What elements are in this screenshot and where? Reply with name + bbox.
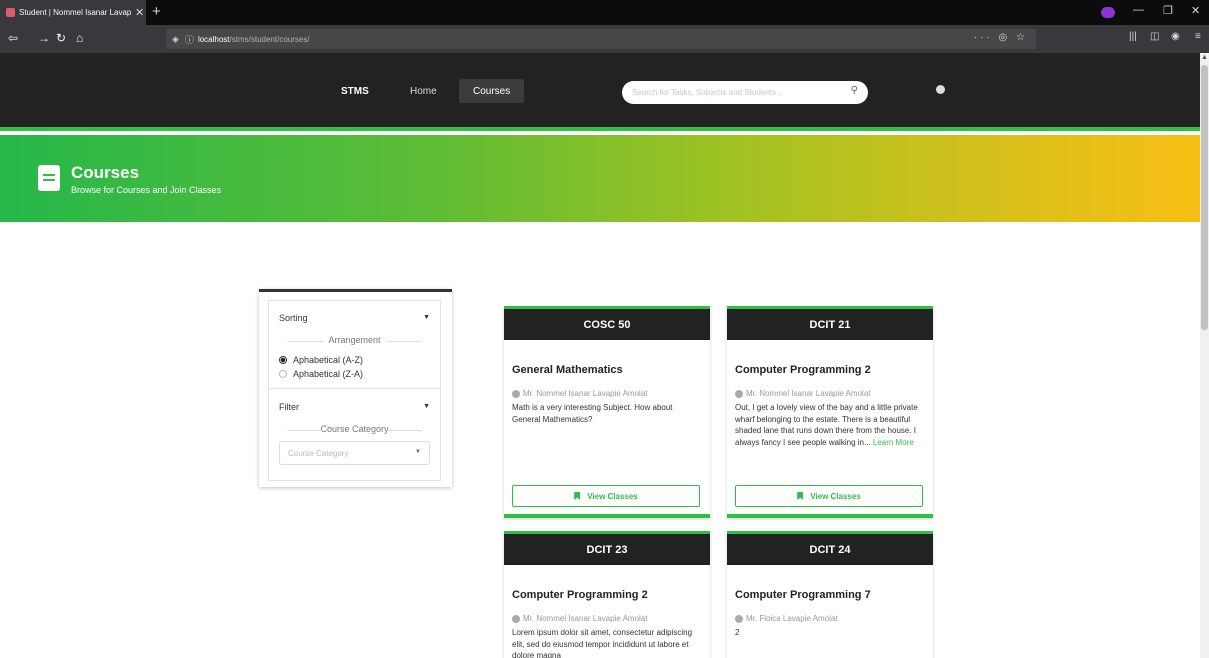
- book-icon: [38, 165, 60, 191]
- course-teacher: Mr. Floica Lavapie Amolat: [735, 614, 838, 623]
- course-description: 2: [735, 627, 925, 639]
- course-card: DCIT 24 Computer Programming 7 Mr. Floic…: [727, 531, 933, 658]
- course-name[interactable]: General Mathematics: [512, 364, 623, 376]
- teacher-name: Mr. Floica Lavapie Amolat: [746, 614, 838, 623]
- course-teacher: Mr. Nommel Isanar Lavapie Amolat: [512, 389, 648, 398]
- sort-za-radio[interactable]: Aphabetical (Z-A): [279, 369, 363, 379]
- course-description: Math is a very interesting Subject. How …: [512, 402, 702, 425]
- browser-tab-bar: Student | Nommel Isanar Lavapie ✕ + — ❐ …: [0, 0, 1209, 25]
- user-icon: [735, 614, 743, 623]
- scroll-up-icon[interactable]: ▲: [1201, 54, 1208, 61]
- view-classes-button[interactable]: View Classes: [735, 485, 923, 507]
- brand-logo[interactable]: STMS: [341, 86, 369, 97]
- filter-panel: Sorting ▼ Arrangement Aphabetical (A-Z) …: [259, 289, 452, 487]
- tab-title: Student | Nommel Isanar Lavapie: [19, 8, 131, 17]
- view-classes-button[interactable]: View Classes: [512, 485, 700, 507]
- menu-icon[interactable]: ≡: [1195, 31, 1201, 42]
- sort-az-label: Aphabetical (A-Z): [293, 355, 364, 365]
- course-name[interactable]: Computer Programming 2: [512, 589, 648, 601]
- course-category-label: Course Category: [269, 424, 440, 434]
- course-card: DCIT 21 Computer Programming 2 Mr. Nomme…: [727, 306, 933, 518]
- url-host: localhost: [197, 34, 230, 44]
- chevron-down-icon: ▼: [415, 449, 421, 455]
- description-text: Math is a very interesting Subject. How …: [512, 403, 673, 424]
- browser-toolbar: ⇦ → ↻ ⌂ ◈ ⓘ localhost/stms/student/cours…: [0, 25, 1209, 53]
- filter-header[interactable]: Filter: [279, 402, 299, 412]
- site-favicon-icon: [6, 8, 15, 17]
- new-tab-icon[interactable]: +: [152, 3, 161, 20]
- page-actions-icon[interactable]: ··· ◎ ☆: [974, 32, 1028, 43]
- page-scrollbar[interactable]: ▲: [1200, 53, 1209, 658]
- info-icon[interactable]: ⓘ: [185, 33, 194, 46]
- address-bar[interactable]: ◈ ⓘ localhost/stms/student/courses/ ··· …: [166, 29, 1036, 49]
- course-card: DCIT 23 Computer Programming 2 Mr. Nomme…: [504, 531, 710, 658]
- user-icon: [512, 614, 520, 623]
- private-browsing-icon: [1101, 7, 1115, 18]
- course-category-placeholder: Course Category: [288, 448, 349, 458]
- maximize-icon[interactable]: ❐: [1163, 4, 1173, 17]
- course-teacher: Mr. Nommel Isanar Lavapie Amolat: [735, 389, 871, 398]
- section-divider: [269, 388, 440, 389]
- course-description: Out, I get a lovely view of the bay and …: [735, 402, 925, 448]
- teacher-name: Mr. Nommel Isanar Lavapie Amolat: [746, 389, 871, 398]
- minimize-icon[interactable]: —: [1133, 4, 1144, 16]
- search-box: ⚲: [622, 81, 868, 104]
- view-classes-label: View Classes: [810, 491, 861, 501]
- course-name[interactable]: Computer Programming 2: [735, 364, 871, 376]
- page-title: Courses: [71, 163, 140, 182]
- browser-tab[interactable]: Student | Nommel Isanar Lavapie ✕: [0, 0, 146, 25]
- scrollbar-thumb[interactable]: [1201, 65, 1208, 330]
- course-description: Lorem ipsum dolor sit amet, consectetur …: [512, 627, 702, 658]
- radio-selected-icon[interactable]: [279, 356, 287, 364]
- user-profile-icon[interactable]: [936, 85, 945, 94]
- course-category-select[interactable]: Course Category ▼: [279, 441, 430, 465]
- course-code: DCIT 23: [504, 534, 710, 565]
- card-accent-bar: [504, 514, 710, 518]
- web-page: STMS Home Courses ⚲ Courses Browse for C…: [0, 53, 1200, 658]
- course-card: COSC 50 General Mathematics Mr. Nommel I…: [504, 306, 710, 518]
- forward-icon[interactable]: →: [38, 31, 50, 45]
- search-icon[interactable]: ⚲: [851, 85, 858, 96]
- filter-panel-body: Sorting ▼ Arrangement Aphabetical (A-Z) …: [268, 300, 441, 481]
- sidebar-icon[interactable]: ◫: [1150, 31, 1159, 42]
- bookmark-icon: [797, 492, 804, 500]
- description-text: 2: [735, 628, 740, 637]
- sort-az-radio[interactable]: Aphabetical (A-Z): [279, 355, 363, 365]
- back-icon[interactable]: ⇦: [8, 31, 18, 45]
- bookmark-icon: [574, 492, 581, 500]
- url-path: /stms/student/courses/: [229, 34, 310, 44]
- account-icon[interactable]: ◉: [1171, 31, 1180, 42]
- arrangement-label: Arrangement: [269, 335, 440, 345]
- learn-more-link[interactable]: Learn More: [873, 438, 914, 447]
- radio-unselected-icon[interactable]: [279, 370, 287, 378]
- nav-courses-link[interactable]: Courses: [459, 79, 525, 103]
- home-icon[interactable]: ⌂: [76, 31, 83, 45]
- search-input[interactable]: [632, 88, 842, 97]
- course-code: DCIT 24: [727, 534, 933, 565]
- teacher-name: Mr. Nommel Isanar Lavapie Amolat: [523, 614, 648, 623]
- page-subtitle: Browse for Courses and Join Classes: [71, 185, 222, 195]
- library-icon[interactable]: |||: [1129, 31, 1137, 42]
- reload-icon[interactable]: ↻: [56, 31, 66, 45]
- shield-icon[interactable]: ◈: [172, 34, 179, 45]
- sorting-header[interactable]: Sorting: [279, 313, 308, 323]
- course-code: DCIT 21: [727, 309, 933, 340]
- teacher-name: Mr. Nommel Isanar Lavapie Amolat: [523, 389, 648, 398]
- nav-home-link[interactable]: Home: [396, 79, 451, 103]
- course-code: COSC 50: [504, 309, 710, 340]
- view-classes-label: View Classes: [587, 491, 638, 501]
- close-window-icon[interactable]: ✕: [1191, 4, 1200, 17]
- course-name[interactable]: Computer Programming 7: [735, 589, 871, 601]
- card-accent-bar: [727, 514, 933, 518]
- user-icon: [512, 389, 520, 398]
- app-navbar: STMS Home Courses ⚲: [0, 53, 1200, 131]
- close-tab-icon[interactable]: ✕: [135, 6, 144, 19]
- page-header-banner: Courses Browse for Courses and Join Clas…: [0, 135, 1200, 222]
- sorting-caret-icon[interactable]: ▼: [423, 314, 430, 321]
- description-text: Lorem ipsum dolor sit amet, consectetur …: [512, 628, 693, 658]
- user-icon: [735, 389, 743, 398]
- filter-caret-icon[interactable]: ▼: [423, 403, 430, 410]
- sort-za-label: Aphabetical (Z-A): [293, 369, 364, 379]
- course-teacher: Mr. Nommel Isanar Lavapie Amolat: [512, 614, 648, 623]
